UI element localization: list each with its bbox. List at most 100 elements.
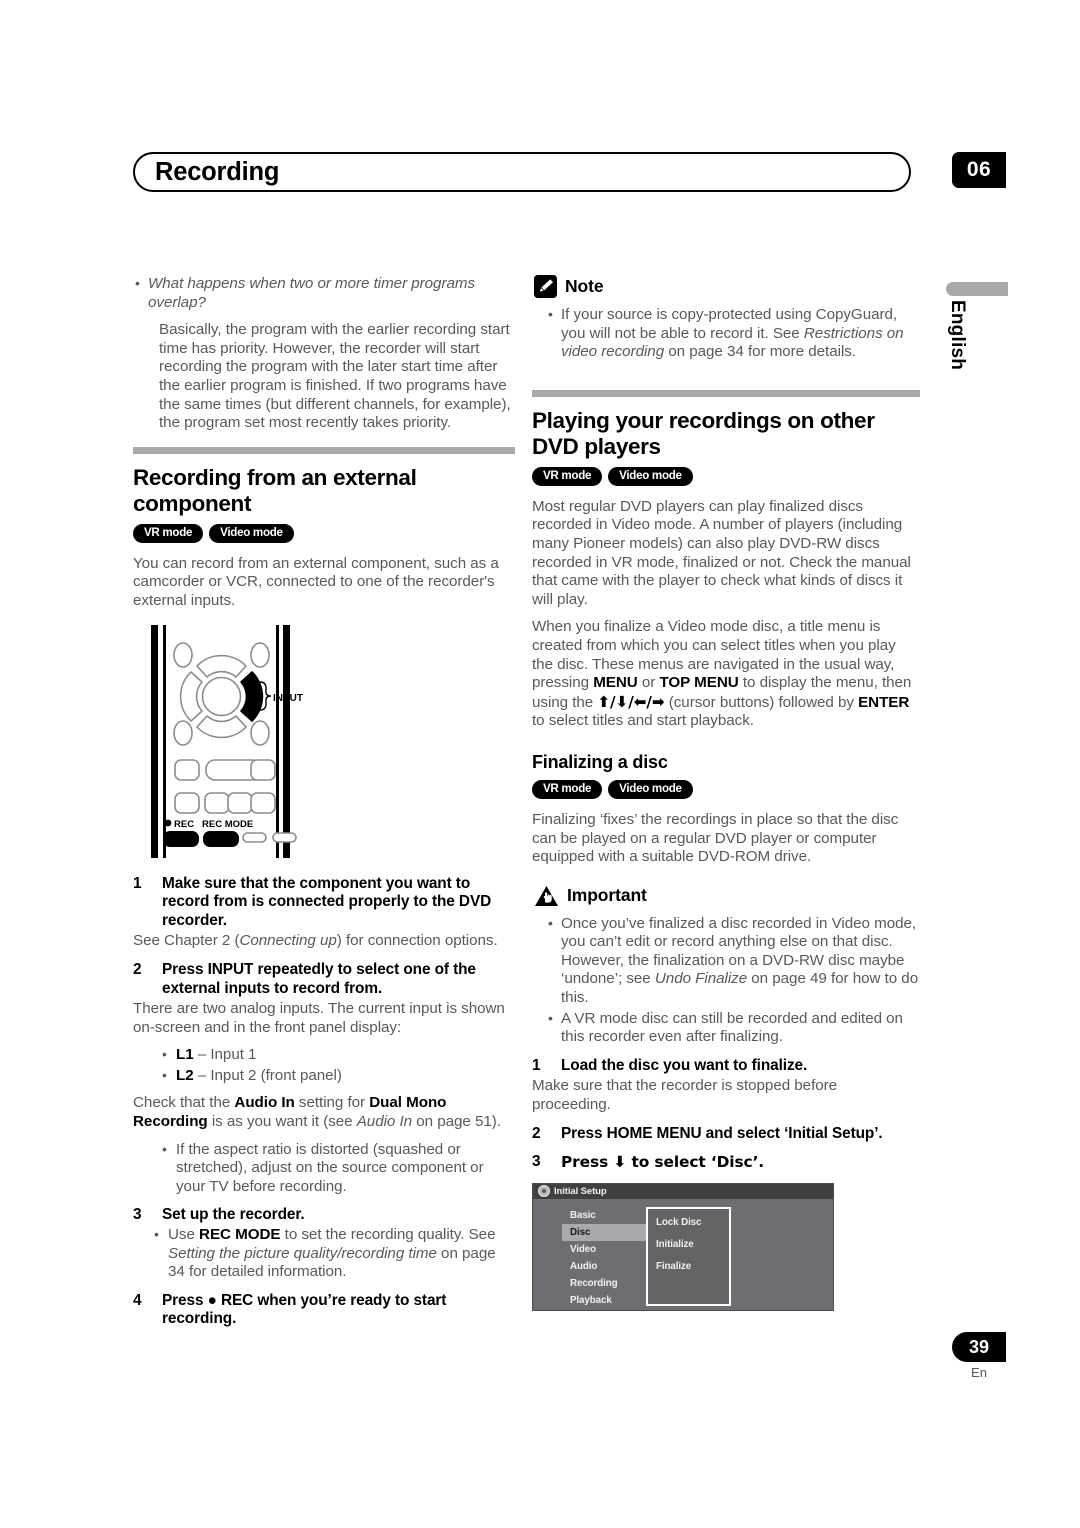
osd-submenu: Lock Disc Initialize Finalize	[646, 1206, 731, 1306]
warning-hand-icon	[534, 885, 559, 907]
initial-setup-osd: Initial Setup Basic Disc Video Audio Rec…	[532, 1182, 834, 1311]
finalize-step-3: 3 Press ⬇ to select ‘Disc’.	[532, 1153, 920, 1173]
step-4-number: 4	[133, 1291, 142, 1309]
para2-post: to select titles and start playback.	[532, 712, 754, 730]
right-column: Note If your source is copy-protected us…	[532, 275, 920, 1311]
note-callout-header: Note	[534, 275, 920, 298]
playing-paragraph-2: When you finalize a Video mode disc, a t…	[532, 618, 920, 731]
audio-in-mid-2: is as you want it (see	[207, 1113, 357, 1131]
audio-in-post: on page 51).	[412, 1113, 501, 1131]
audio-in-em: Audio In	[356, 1113, 413, 1131]
osd-menu-item-basic[interactable]: Basic	[562, 1207, 647, 1224]
audio-in-mid-1: setting for	[294, 1094, 370, 1112]
step-3-number: 3	[133, 1206, 142, 1224]
step-3-bullet-bold: REC MODE	[199, 1226, 281, 1244]
remote-control-illustration: INPUT REC REC MODE	[133, 620, 515, 865]
finalize-step-3-number: 3	[532, 1153, 541, 1171]
pencil-icon	[534, 275, 557, 298]
cursor-arrows-icon: ⬆/⬇/⬅/➡	[597, 692, 665, 711]
left-column: What happens when two or more timer prog…	[133, 274, 515, 1331]
step-1-body-em: Connecting up	[239, 932, 337, 950]
step-3-bullet-mid: to set the recording quality. See	[280, 1226, 496, 1244]
mode-badges: VR mode Video mode	[532, 466, 920, 486]
note-label: Note	[565, 276, 604, 296]
audio-in-pre: Check that the	[133, 1094, 235, 1112]
list-item: If your source is copy-protected using C…	[546, 305, 920, 362]
osd-menu-item-playback[interactable]: Playback	[562, 1292, 647, 1309]
osd-menu-item-recording[interactable]: Recording	[562, 1275, 647, 1292]
warning-hand-icon-svg	[535, 885, 558, 906]
finalize-step-2-title: Press HOME MENU and select ‘Initial Setu…	[561, 1124, 883, 1142]
pencil-icon-svg	[534, 275, 557, 298]
para2-mid-3: (cursor buttons) followed by	[664, 693, 859, 711]
list-item: L1 – Input 1	[159, 1045, 515, 1065]
input-l1-desc: – Input 1	[193, 1046, 257, 1064]
step-3: 3 Set up the recorder.	[133, 1206, 515, 1225]
osd-submenu-item-finalize[interactable]: Finalize	[648, 1258, 729, 1275]
badge-vr-mode: VR mode	[532, 779, 603, 799]
disc-icon	[538, 1185, 550, 1198]
finalize-step-1-body: Make sure that the recorder is stopped b…	[532, 1077, 838, 1114]
remote-rec-mode-label: REC MODE	[202, 819, 253, 830]
input-l2-desc: – Input 2 (front panel)	[193, 1066, 342, 1084]
audio-in-bold-1: Audio In	[234, 1094, 295, 1112]
input-l1-label: L1	[176, 1046, 194, 1064]
step-3-title: Set up the recorder.	[162, 1206, 305, 1224]
osd-menu-item-audio[interactable]: Audio	[562, 1258, 647, 1275]
step-1-number: 1	[133, 874, 142, 892]
language-tab-bar	[946, 282, 1008, 296]
step-1-title: Make sure that the component you want to…	[162, 874, 492, 929]
mode-badges: VR mode Video mode	[133, 523, 515, 543]
audio-in-note: Check that the Audio In setting for Dual…	[133, 1094, 515, 1131]
osd-menu: Basic Disc Video Audio Recording Playbac…	[562, 1207, 647, 1309]
section-heading-playing-recordings: Playing your recordings on other DVD pla…	[532, 407, 875, 459]
input-l2-label: L2	[176, 1066, 194, 1084]
list-item: Use REC MODE to set the recording qualit…	[151, 1225, 515, 1282]
page-title: Recording	[155, 158, 280, 186]
osd-submenu-item-lock-disc[interactable]: Lock Disc	[648, 1214, 729, 1231]
step-1-body: See Chapter 2 (Connecting up) for connec…	[133, 932, 515, 951]
subsection-heading-finalizing: Finalizing a disc	[532, 751, 668, 772]
page-language-code: En	[971, 1365, 987, 1380]
step-2-body: There are two analog inputs. The current…	[133, 1000, 505, 1036]
section-divider	[133, 446, 515, 454]
list-item: A VR mode disc can still be recorded and…	[546, 1009, 920, 1047]
osd-body: Basic Disc Video Audio Recording Playbac…	[533, 1199, 833, 1319]
playing-paragraph-1: Most regular DVD players can play finali…	[532, 497, 911, 608]
para2-top-menu-bold: TOP MENU	[659, 674, 739, 692]
input-list: L1 – Input 1 L2 – Input 2 (front panel)	[133, 1045, 515, 1086]
list-item: Once you’ve finalized a disc recorded in…	[546, 914, 920, 1008]
note-bullet-post: on page 34 for more details.	[664, 343, 856, 361]
section-heading-recording-external: Recording from an external component	[133, 464, 417, 516]
osd-submenu-item-initialize[interactable]: Initialize	[648, 1236, 729, 1253]
step-3-bullet-em: Setting the picture quality/recording ti…	[168, 1244, 437, 1262]
note-bullets: If your source is copy-protected using C…	[546, 305, 920, 362]
important-bullets: Once you’ve finalized a disc recorded in…	[546, 914, 920, 1047]
overlap-question-list: What happens when two or more timer prog…	[133, 274, 515, 312]
list-item: What happens when two or more timer prog…	[133, 274, 515, 312]
osd-menu-item-disc[interactable]: Disc	[562, 1223, 647, 1241]
list-item: L2 – Input 2 (front panel)	[159, 1066, 515, 1086]
osd-menu-item-video[interactable]: Video	[562, 1241, 647, 1258]
finalizing-paragraph: Finalizing ‘fixes’ the recordings in pla…	[532, 810, 899, 866]
step-2: 2 Press INPUT repeatedly to select one o…	[133, 961, 515, 998]
aspect-ratio-list: If the aspect ratio is distorted (squash…	[133, 1140, 515, 1197]
remote-control-svg: INPUT REC REC MODE	[151, 624, 303, 858]
para2-enter-bold: ENTER	[858, 693, 910, 711]
para2-menu-bold: MENU	[593, 674, 638, 692]
step-1-body-pre: See Chapter 2 (	[133, 932, 240, 950]
chapter-header: Recording	[133, 152, 913, 194]
document-page: Recording 06 English What happens when t…	[0, 0, 1080, 1528]
step-3-bullet-pre: Use	[168, 1226, 200, 1244]
finalize-step-1-title: Load the disc you want to finalize.	[561, 1056, 808, 1074]
finalize-step-1-number: 1	[532, 1056, 541, 1074]
page-number-badge: 39	[952, 1332, 1006, 1362]
remote-input-label: INPUT	[273, 693, 303, 704]
step-2-title: Press INPUT repeatedly to select one of …	[162, 960, 476, 997]
badge-video-mode: Video mode	[608, 466, 693, 486]
chapter-number-badge: 06	[952, 152, 1006, 188]
step-1: 1 Make sure that the component you want …	[133, 875, 515, 931]
finalize-step-3-title: Press ⬇ to select ‘Disc’.	[561, 1153, 765, 1172]
badge-video-mode: Video mode	[209, 523, 294, 543]
overlap-question: What happens when two or more timer prog…	[148, 275, 476, 311]
